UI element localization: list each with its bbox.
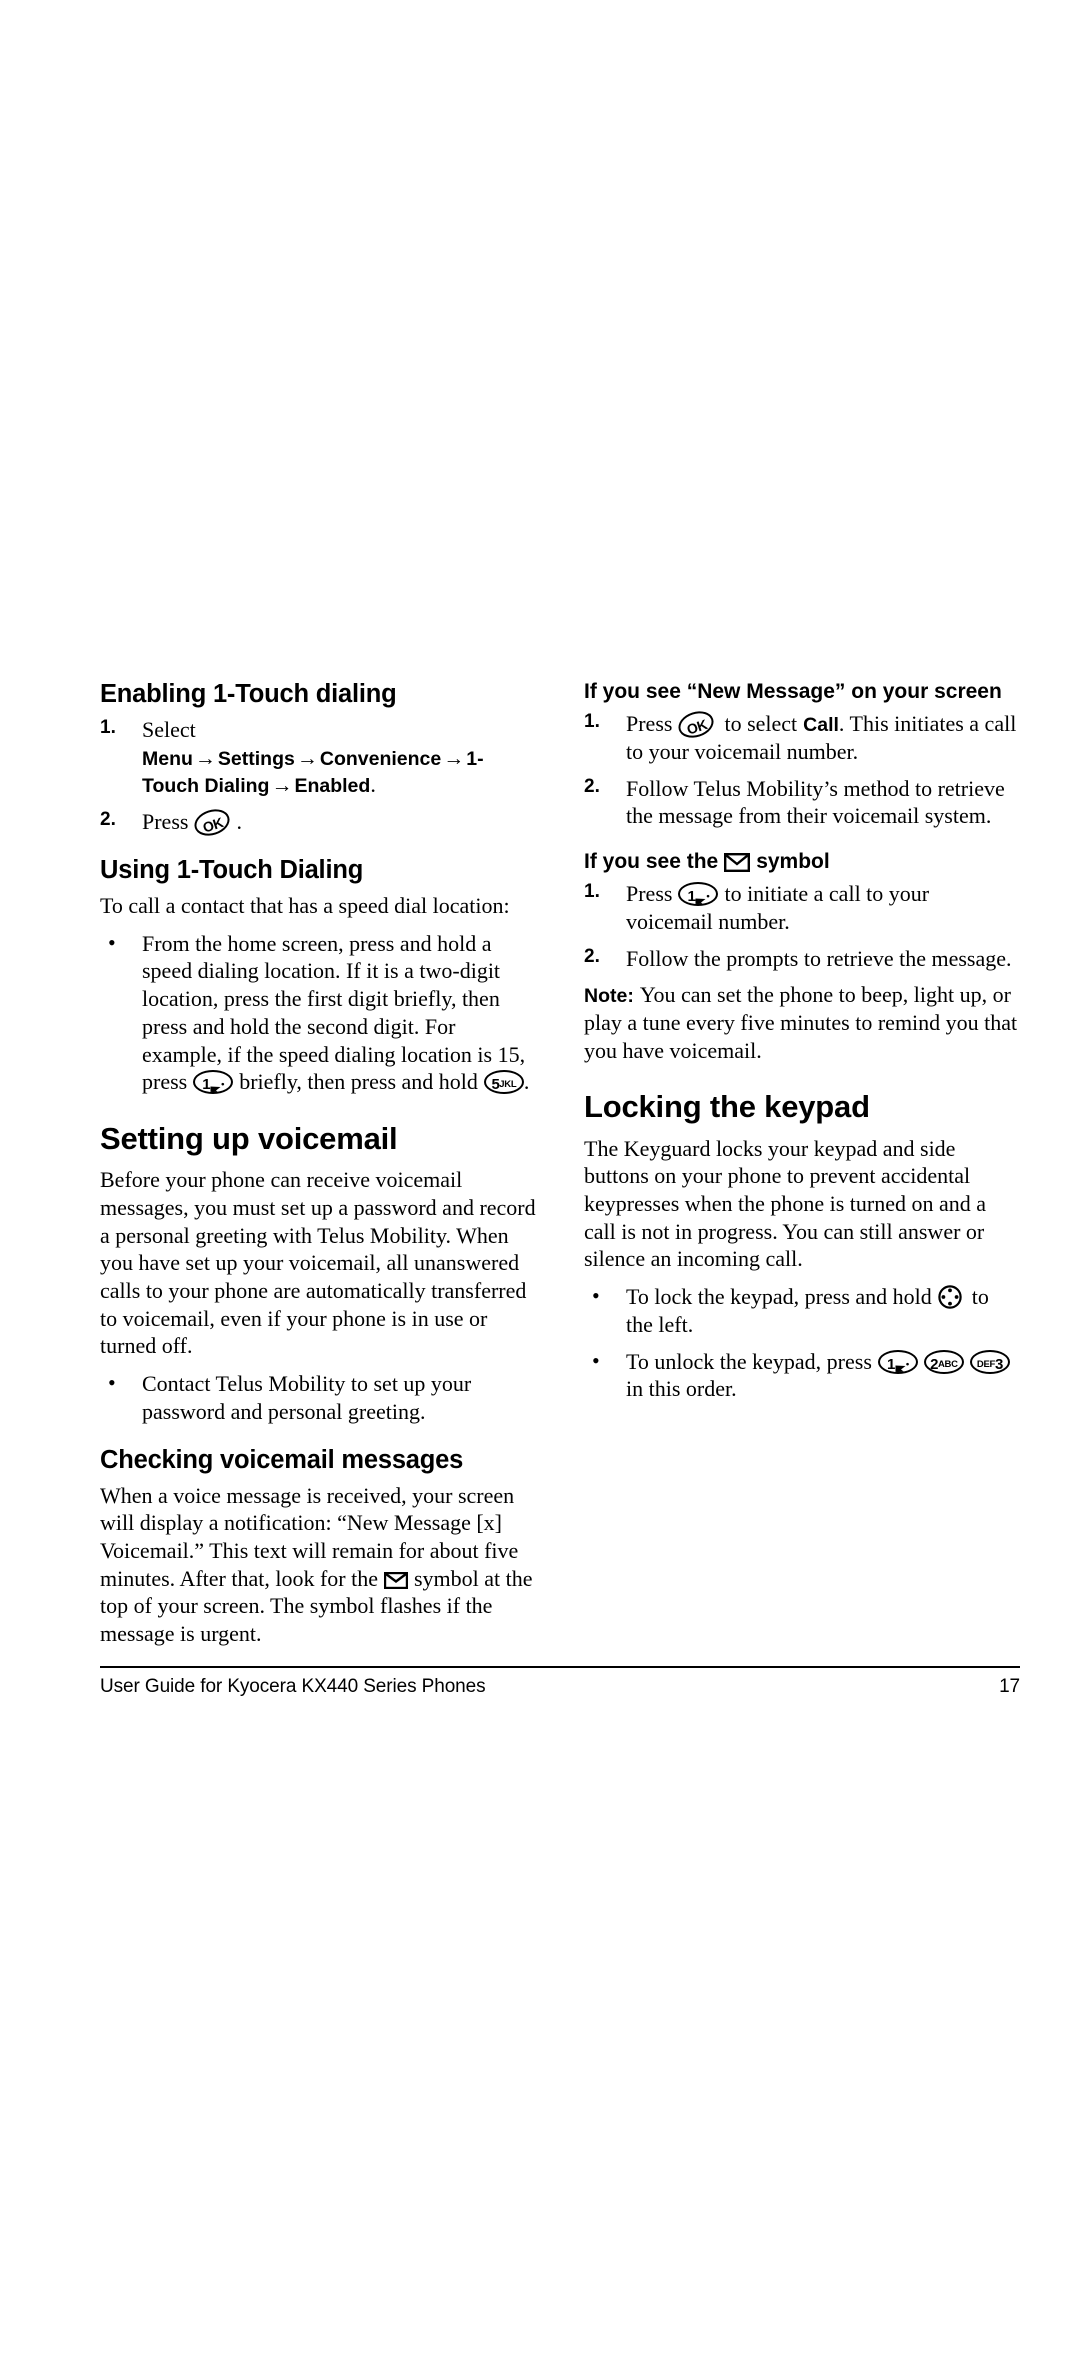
bullet-dot: • bbox=[108, 929, 116, 955]
bullet-text-part2: briefly, then press and hold bbox=[239, 1069, 478, 1095]
locking-paragraph: The Keyguard locks your keypad and side … bbox=[584, 1135, 987, 1272]
heading-if-you-see-new-message: If you see “New Message” on your screen bbox=[584, 680, 1002, 703]
setting-up-bullets-list: • Contact Telus Mobility to set up your p… bbox=[100, 1370, 536, 1425]
heading-part1: If you see the bbox=[584, 850, 719, 874]
setting-up-paragraph: Before your phone can receive voicemail … bbox=[100, 1167, 536, 1359]
bullet-dot: • bbox=[592, 1347, 600, 1373]
step-lead-text: Press bbox=[142, 809, 189, 835]
bullet-dot: • bbox=[592, 1283, 600, 1309]
voicemail-glyph bbox=[210, 1078, 221, 1093]
menu-item-enabled: Enabled bbox=[294, 775, 371, 798]
arrow-icon: → bbox=[296, 745, 318, 770]
step-number: 2. bbox=[100, 809, 116, 831]
five-jkl-key-icon: 5JKL bbox=[483, 1070, 524, 1095]
menu-item-settings: Settings bbox=[217, 747, 295, 770]
bullet-text-part1: To unlock the keypad, press bbox=[626, 1348, 872, 1374]
ok-key-icon: OK bbox=[675, 707, 718, 743]
envelope-icon bbox=[724, 852, 751, 872]
voicemail-glyph bbox=[895, 1357, 906, 1372]
menu-item-convenience: Convenience bbox=[319, 747, 442, 770]
list-item: • From the home screen, press and hold a … bbox=[100, 930, 536, 1096]
heading-enabling-1-touch-dialing: Enabling 1-Touch dialing bbox=[100, 680, 397, 708]
one-voicemail-key-icon: 1 • bbox=[678, 882, 719, 907]
list-item: 1. Press 1 • to initiate a call to your voic… bbox=[584, 880, 1020, 935]
envelope-icon bbox=[383, 1568, 409, 1589]
bullet-dot: • bbox=[108, 1370, 116, 1396]
step-lead-text: Press bbox=[626, 711, 673, 737]
footer-guide-title: User Guide for Kyocera KX440 Series Phon… bbox=[100, 1676, 486, 1697]
step-number: 1. bbox=[584, 711, 600, 733]
voicemail-glyph bbox=[695, 890, 706, 905]
step-lead-text: Press bbox=[626, 881, 673, 907]
arrow-icon: → bbox=[194, 745, 216, 770]
new-message-steps-list: 1. Press OK to select Call. This initiates a… bbox=[584, 707, 1020, 830]
step-lead-text: Select bbox=[142, 717, 196, 743]
heading-checking-voicemail-messages: Checking voicemail messages bbox=[100, 1445, 464, 1474]
step-trailing: . bbox=[236, 809, 242, 835]
checking-paragraph: When a voice message is received, your s… bbox=[100, 1482, 536, 1648]
using-intro-text: To call a contact that has a speed dial … bbox=[100, 892, 510, 918]
call-label: Call bbox=[803, 714, 839, 737]
list-item: 1. Press OK to select Call. This initiates a… bbox=[584, 707, 1020, 765]
two-abc-key-icon: 2ABC bbox=[923, 1349, 964, 1374]
page-content: Enabling 1-Touch dialing 1. SelectMenu→ Se… bbox=[100, 680, 1020, 1658]
page-number: 17 bbox=[999, 1676, 1020, 1697]
list-item: 2. Press OK. bbox=[100, 805, 536, 841]
left-column: Enabling 1-Touch dialing 1. SelectMenu→ Se… bbox=[100, 680, 536, 1658]
note-text: You can set the phone to beep, light up,… bbox=[584, 982, 1018, 1063]
list-item: 1. SelectMenu→ Settings→ Convenience→ 1-Touc… bbox=[100, 716, 536, 799]
footer-row: User Guide for Kyocera KX440 Series Phon… bbox=[100, 1676, 1020, 1698]
step-number: 2. bbox=[584, 775, 600, 797]
envelope-symbol-steps-list: 1. Press 1 • to initiate a call to your voic… bbox=[584, 880, 1020, 972]
step-text: Follow Telus Mobility’s method to retrie… bbox=[626, 775, 1005, 829]
def-three-key-icon: DEF3 bbox=[969, 1349, 1010, 1374]
list-item: 2. Follow the prompts to retrieve the mes… bbox=[584, 945, 1020, 973]
step-mid-text: to select bbox=[724, 711, 798, 737]
menu-item-menu: Menu bbox=[142, 747, 193, 770]
list-item: • To lock the keypad, press and hold to th… bbox=[584, 1283, 1020, 1338]
heading-locking-the-keypad: Locking the keypad bbox=[584, 1089, 870, 1125]
heading-if-you-see-the-envelope-symbol: If you see the symbol bbox=[584, 850, 1020, 874]
using-bullets-list: • From the home screen, press and hold a … bbox=[100, 930, 536, 1096]
step-number: 1. bbox=[100, 717, 116, 739]
document-page: Enabling 1-Touch dialing 1. SelectMenu→ Se… bbox=[0, 0, 1080, 2376]
footer-divider bbox=[100, 1666, 1020, 1668]
step-period: . bbox=[370, 772, 376, 798]
voicemail-note: Note: You can set the phone to beep, ligh… bbox=[584, 981, 1020, 1064]
arrow-icon: → bbox=[271, 773, 293, 798]
bullet-text-part2: in this order. bbox=[626, 1376, 737, 1402]
bullet-text-part1: To lock the keypad, press and hold bbox=[626, 1284, 932, 1310]
step-number: 2. bbox=[584, 945, 600, 967]
step-number: 1. bbox=[584, 881, 600, 903]
arrow-icon: → bbox=[443, 745, 465, 770]
list-item: • To unlock the keypad, press 1 • 2ABC DEF3 in… bbox=[584, 1348, 1020, 1403]
heading-using-1-touch-dialing: Using 1-Touch Dialing bbox=[100, 855, 364, 884]
note-label: Note: bbox=[584, 985, 634, 1008]
locking-bullets-list: • To lock the keypad, press and hold to th… bbox=[584, 1283, 1020, 1403]
right-column: If you see “New Message” on your screen … bbox=[584, 680, 1020, 1412]
step-text: Follow the prompts to retrieve the messa… bbox=[626, 945, 1012, 971]
bullet-text-part3: . bbox=[523, 1069, 530, 1095]
list-item: 2. Follow Telus Mobility’s method to retr… bbox=[584, 775, 1020, 830]
one-voicemail-key-icon: 1 • bbox=[877, 1349, 918, 1374]
enabling-steps-list: 1. SelectMenu→ Settings→ Convenience→ 1-Touc… bbox=[100, 716, 536, 841]
one-voicemail-key-icon: 1 • bbox=[193, 1070, 234, 1095]
ok-key-icon: OK bbox=[191, 805, 234, 841]
two-column-layout: Enabling 1-Touch dialing 1. SelectMenu→ Se… bbox=[100, 680, 1020, 1658]
navigation-key-icon bbox=[938, 1285, 962, 1309]
page-footer: User Guide for Kyocera KX440 Series Phon… bbox=[100, 1666, 1020, 1698]
heading-part2: symbol bbox=[756, 850, 830, 874]
heading-setting-up-voicemail: Setting up voicemail bbox=[100, 1121, 398, 1156]
list-item: • Contact Telus Mobility to set up your p… bbox=[100, 1370, 536, 1425]
bullet-text: Contact Telus Mobility to set up your pa… bbox=[142, 1371, 472, 1424]
